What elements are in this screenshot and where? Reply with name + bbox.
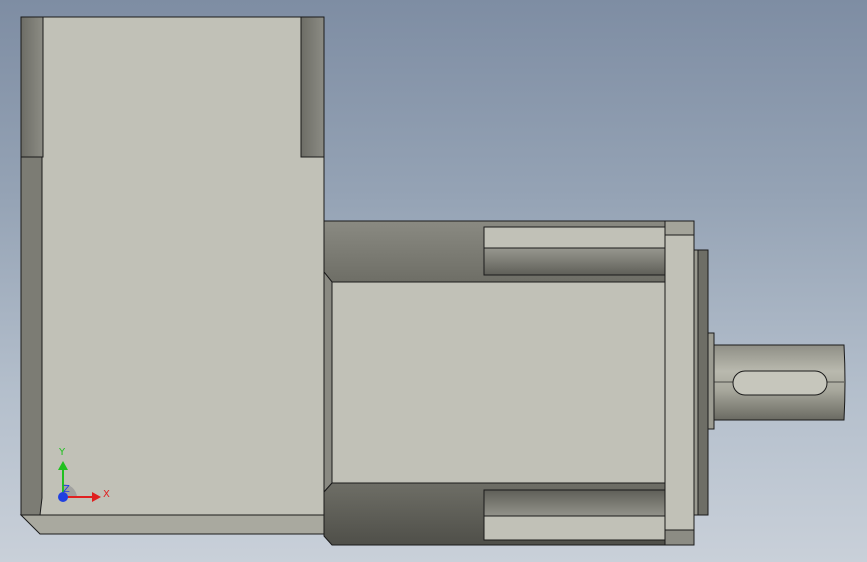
output-flange[interactable] bbox=[664, 220, 709, 546]
shaft-keyway bbox=[732, 370, 828, 396]
cad-viewport[interactable]: X Y Z bbox=[0, 0, 867, 562]
housing-main-face bbox=[323, 270, 666, 494]
triad-y-label: Y bbox=[58, 447, 66, 458]
triad-z-label: Z bbox=[63, 484, 70, 495]
gearbox-bottom-bevel bbox=[19, 514, 325, 535]
housing-bottom-slot-face bbox=[483, 515, 666, 541]
flange-top-lip bbox=[664, 220, 695, 236]
planetary-housing[interactable] bbox=[323, 220, 666, 546]
gearbox-block[interactable] bbox=[19, 16, 325, 535]
housing-chamfer-left bbox=[323, 270, 333, 494]
flange-bottom-lip bbox=[664, 529, 695, 546]
triad-x-label: X bbox=[103, 489, 110, 500]
model-view[interactable]: X Y Z bbox=[0, 0, 867, 562]
gearbox-top-right-tab bbox=[300, 16, 325, 158]
gearbox-left-bevel bbox=[20, 156, 43, 516]
shaft-collar bbox=[707, 332, 715, 430]
gearbox-top-left-tab bbox=[20, 16, 44, 158]
housing-top-slot-face bbox=[483, 226, 666, 249]
flange-body bbox=[664, 220, 695, 546]
pilot-ring-highlight bbox=[693, 249, 699, 516]
gearbox-front-face bbox=[20, 16, 325, 516]
output-shaft[interactable] bbox=[707, 332, 846, 430]
